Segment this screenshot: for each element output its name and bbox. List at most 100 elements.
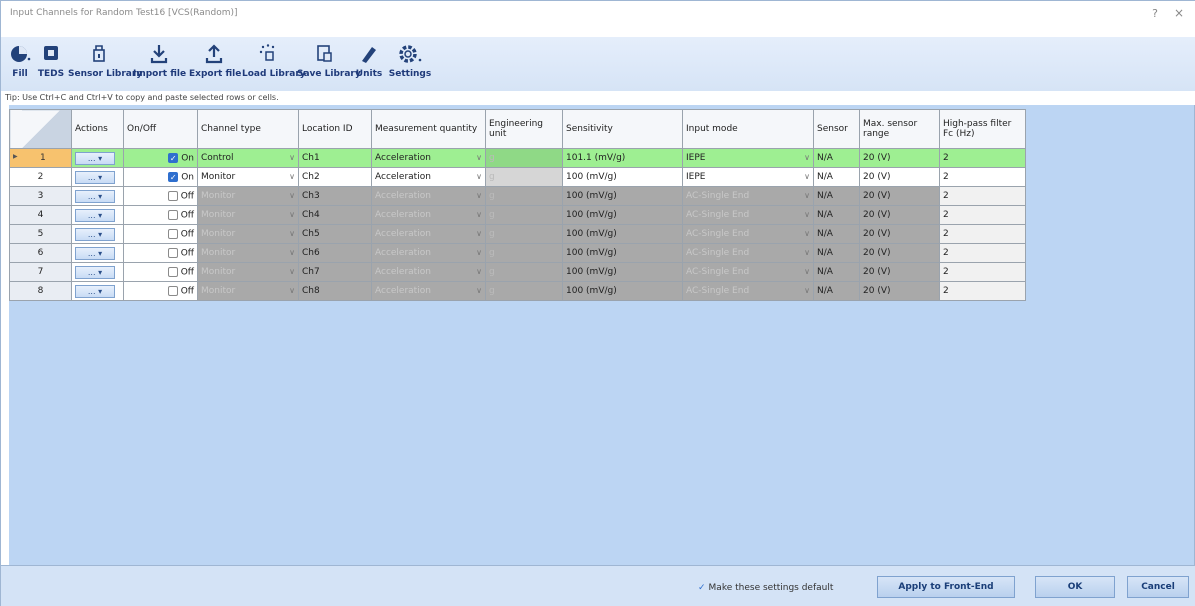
input-mode-cell[interactable]: IEPE ∨ bbox=[682, 148, 814, 168]
row-header[interactable]: 6 bbox=[9, 243, 72, 263]
channel-type-cell[interactable]: Monitor ∨ bbox=[197, 205, 299, 225]
onoff-checkbox[interactable] bbox=[167, 266, 178, 277]
onoff-checkbox[interactable] bbox=[167, 247, 178, 258]
onoff-cell[interactable]: Off bbox=[123, 186, 198, 206]
row-header[interactable]: 4 bbox=[9, 205, 72, 225]
location-id-cell[interactable]: Ch5 bbox=[298, 224, 372, 244]
max-sensor-range-cell[interactable]: 20 (V) bbox=[859, 148, 940, 168]
sensor-cell[interactable]: N/A bbox=[813, 205, 860, 225]
onoff-cell[interactable]: Off bbox=[123, 205, 198, 225]
measurement-quantity-cell[interactable]: Acceleration ∨ bbox=[371, 281, 486, 301]
channel-type-cell[interactable]: Monitor ∨ bbox=[197, 186, 299, 206]
actions-dropdown[interactable]: ... ▾ bbox=[75, 265, 115, 279]
input-mode-cell[interactable]: AC-Single End ∨ bbox=[682, 243, 814, 263]
apply-to-front-end-button[interactable]: Apply to Front-End bbox=[877, 576, 1015, 598]
sensitivity-cell[interactable]: 101.1 (mV/g) bbox=[562, 148, 683, 168]
measurement-quantity-cell[interactable]: Acceleration ∨ bbox=[371, 205, 486, 225]
input-mode-cell[interactable]: AC-Single End ∨ bbox=[682, 224, 814, 244]
onoff-cell[interactable]: Off bbox=[123, 281, 198, 301]
max-sensor-range-cell[interactable]: 20 (V) bbox=[859, 186, 940, 206]
high-pass-filter-cell[interactable]: 2 bbox=[939, 281, 1026, 301]
sensitivity-cell[interactable]: 100 (mV/g) bbox=[562, 224, 683, 244]
sensor-cell[interactable]: N/A bbox=[813, 224, 860, 244]
table-row[interactable]: 8... ▾ Off Monitor ∨ Ch8 Acceleration ∨ g 100 (m… bbox=[9, 281, 1026, 301]
channel-type-cell[interactable]: Control ∨ bbox=[197, 148, 299, 168]
input-mode-cell[interactable]: AC-Single End ∨ bbox=[682, 205, 814, 225]
select-all-corner[interactable] bbox=[9, 109, 72, 149]
sensitivity-cell[interactable]: 100 (mV/g) bbox=[562, 186, 683, 206]
sensor-cell[interactable]: N/A bbox=[813, 167, 860, 187]
table-row[interactable]: 4... ▾ Off Monitor ∨ Ch4 Acceleration ∨ g 100 (m… bbox=[9, 205, 1026, 225]
actions-dropdown[interactable]: ... ▾ bbox=[75, 170, 115, 184]
make-default-checkbox[interactable]: ✓ Make these settings default bbox=[698, 583, 833, 593]
sensitivity-cell[interactable]: 100 (mV/g) bbox=[562, 243, 683, 263]
measurement-quantity-cell[interactable]: Acceleration ∨ bbox=[371, 186, 486, 206]
sensor-cell[interactable]: N/A bbox=[813, 281, 860, 301]
row-header[interactable]: 8 bbox=[9, 281, 72, 301]
location-id-cell[interactable]: Ch1 bbox=[298, 148, 372, 168]
sensor-library-button[interactable]: Sensor Library bbox=[68, 42, 142, 86]
table-row[interactable]: ▶ 1... ▾ ✓ On Control ∨ Ch1 Acceleration ∨ g 101.1… bbox=[9, 148, 1026, 168]
row-header[interactable]: 5 bbox=[9, 224, 72, 244]
channel-type-cell[interactable]: Monitor ∨ bbox=[197, 281, 299, 301]
onoff-cell[interactable]: ✓ On bbox=[123, 167, 198, 187]
channel-type-cell[interactable]: Monitor ∨ bbox=[197, 262, 299, 282]
high-pass-filter-cell[interactable]: 2 bbox=[939, 262, 1026, 282]
row-header[interactable]: 2 bbox=[9, 167, 72, 187]
actions-dropdown[interactable]: ... ▾ bbox=[75, 246, 115, 260]
input-mode-cell[interactable]: AC-Single End ∨ bbox=[682, 281, 814, 301]
measurement-quantity-cell[interactable]: Acceleration ∨ bbox=[371, 243, 486, 263]
onoff-cell[interactable]: Off bbox=[123, 243, 198, 263]
row-header[interactable]: 3 bbox=[9, 186, 72, 206]
max-sensor-range-cell[interactable]: 20 (V) bbox=[859, 224, 940, 244]
close-button[interactable]: × bbox=[1174, 6, 1184, 20]
measurement-quantity-cell[interactable]: Acceleration ∨ bbox=[371, 224, 486, 244]
input-mode-cell[interactable]: AC-Single End ∨ bbox=[682, 262, 814, 282]
help-button[interactable]: ? bbox=[1152, 7, 1158, 20]
location-id-cell[interactable]: Ch7 bbox=[298, 262, 372, 282]
location-id-cell[interactable]: Ch4 bbox=[298, 205, 372, 225]
sensitivity-cell[interactable]: 100 (mV/g) bbox=[562, 205, 683, 225]
actions-dropdown[interactable]: ... ▾ bbox=[75, 208, 115, 222]
location-id-cell[interactable]: Ch8 bbox=[298, 281, 372, 301]
cancel-button[interactable]: Cancel bbox=[1127, 576, 1189, 598]
table-row[interactable]: 3... ▾ Off Monitor ∨ Ch3 Acceleration ∨ g 100 (m… bbox=[9, 186, 1026, 206]
sensor-cell[interactable]: N/A bbox=[813, 262, 860, 282]
max-sensor-range-cell[interactable]: 20 (V) bbox=[859, 243, 940, 263]
table-row[interactable]: 2... ▾ ✓ On Monitor ∨ Ch2 Acceleration ∨ g 100 (m… bbox=[9, 167, 1026, 187]
sensitivity-cell[interactable]: 100 (mV/g) bbox=[562, 281, 683, 301]
onoff-cell[interactable]: Off bbox=[123, 262, 198, 282]
ok-button[interactable]: OK bbox=[1035, 576, 1115, 598]
settings-button[interactable]: Settings bbox=[388, 42, 432, 86]
max-sensor-range-cell[interactable]: 20 (V) bbox=[859, 167, 940, 187]
actions-dropdown[interactable]: ... ▾ bbox=[75, 227, 115, 241]
channel-type-cell[interactable]: Monitor ∨ bbox=[197, 224, 299, 244]
location-id-cell[interactable]: Ch3 bbox=[298, 186, 372, 206]
location-id-cell[interactable]: Ch2 bbox=[298, 167, 372, 187]
high-pass-filter-cell[interactable]: 2 bbox=[939, 243, 1026, 263]
channel-type-cell[interactable]: Monitor ∨ bbox=[197, 167, 299, 187]
teds-button[interactable]: TEDS bbox=[37, 42, 65, 86]
high-pass-filter-cell[interactable]: 2 bbox=[939, 148, 1026, 168]
measurement-quantity-cell[interactable]: Acceleration ∨ bbox=[371, 167, 486, 187]
actions-dropdown[interactable]: ... ▾ bbox=[75, 189, 115, 203]
table-row[interactable]: 5... ▾ Off Monitor ∨ Ch5 Acceleration ∨ g 100 (m… bbox=[9, 224, 1026, 244]
actions-dropdown[interactable]: ... ▾ bbox=[75, 151, 115, 165]
high-pass-filter-cell[interactable]: 2 bbox=[939, 224, 1026, 244]
measurement-quantity-cell[interactable]: Acceleration ∨ bbox=[371, 262, 486, 282]
import-file-button[interactable]: Import file bbox=[133, 42, 186, 86]
load-library-button[interactable]: Load Library bbox=[242, 42, 306, 86]
max-sensor-range-cell[interactable]: 20 (V) bbox=[859, 205, 940, 225]
sensor-cell[interactable]: N/A bbox=[813, 243, 860, 263]
units-button[interactable]: Units bbox=[353, 42, 385, 86]
onoff-checkbox[interactable] bbox=[167, 285, 178, 296]
row-header[interactable]: ▶ 1 bbox=[9, 148, 72, 168]
row-header[interactable]: 7 bbox=[9, 262, 72, 282]
location-id-cell[interactable]: Ch6 bbox=[298, 243, 372, 263]
high-pass-filter-cell[interactable]: 2 bbox=[939, 167, 1026, 187]
save-library-button[interactable]: Save Library bbox=[297, 42, 361, 86]
input-mode-cell[interactable]: AC-Single End ∨ bbox=[682, 186, 814, 206]
input-mode-cell[interactable]: IEPE ∨ bbox=[682, 167, 814, 187]
actions-dropdown[interactable]: ... ▾ bbox=[75, 284, 115, 298]
sensor-cell[interactable]: N/A bbox=[813, 186, 860, 206]
